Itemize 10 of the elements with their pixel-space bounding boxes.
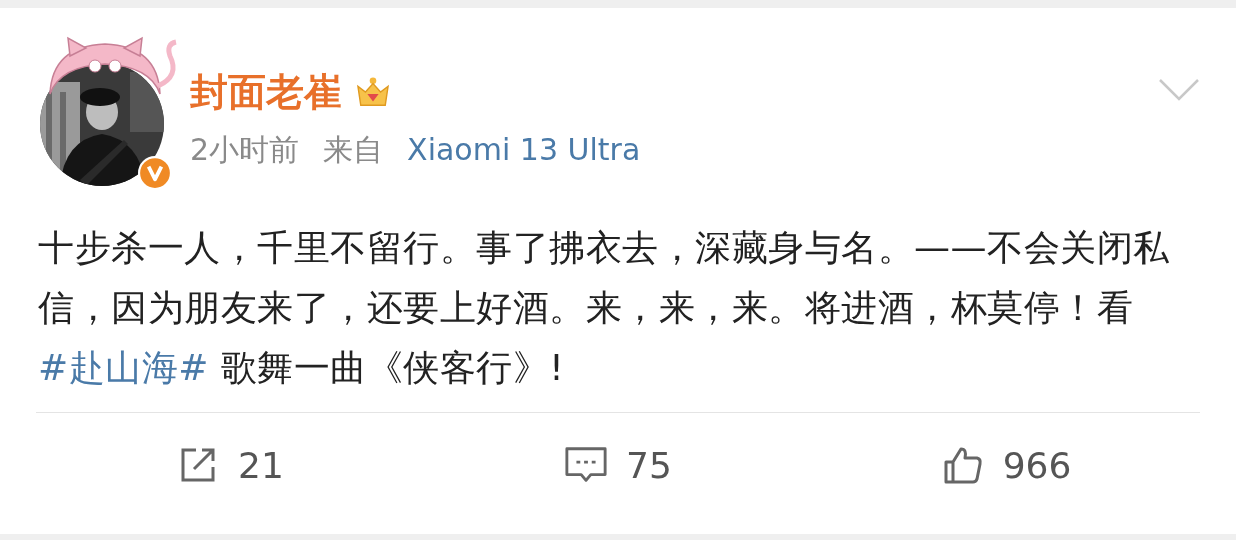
hashtag-link[interactable]: #赴山海# (38, 347, 209, 388)
action-count: 21 (238, 444, 284, 486)
device-link[interactable]: Xiaomi 13 Ultra (407, 131, 641, 167)
action-count: 75 (626, 444, 672, 486)
source-label: 来自 (323, 130, 384, 169)
author-name[interactable]: 封面老崔 (190, 70, 342, 116)
action-count: 966 (1002, 444, 1072, 486)
comment-icon[interactable] (564, 445, 609, 485)
post-time: 2小时前 (190, 130, 300, 169)
post-text: 十步杀一人，千里不留行。事了拂衣去，深藏身与名。——不会关闭私信，因为朋友来了，还要上好酒。来，来，来。将进酒，杯莫停！看 #赴山海# 歌舞一曲《侠客行》! (38, 226, 1171, 390)
